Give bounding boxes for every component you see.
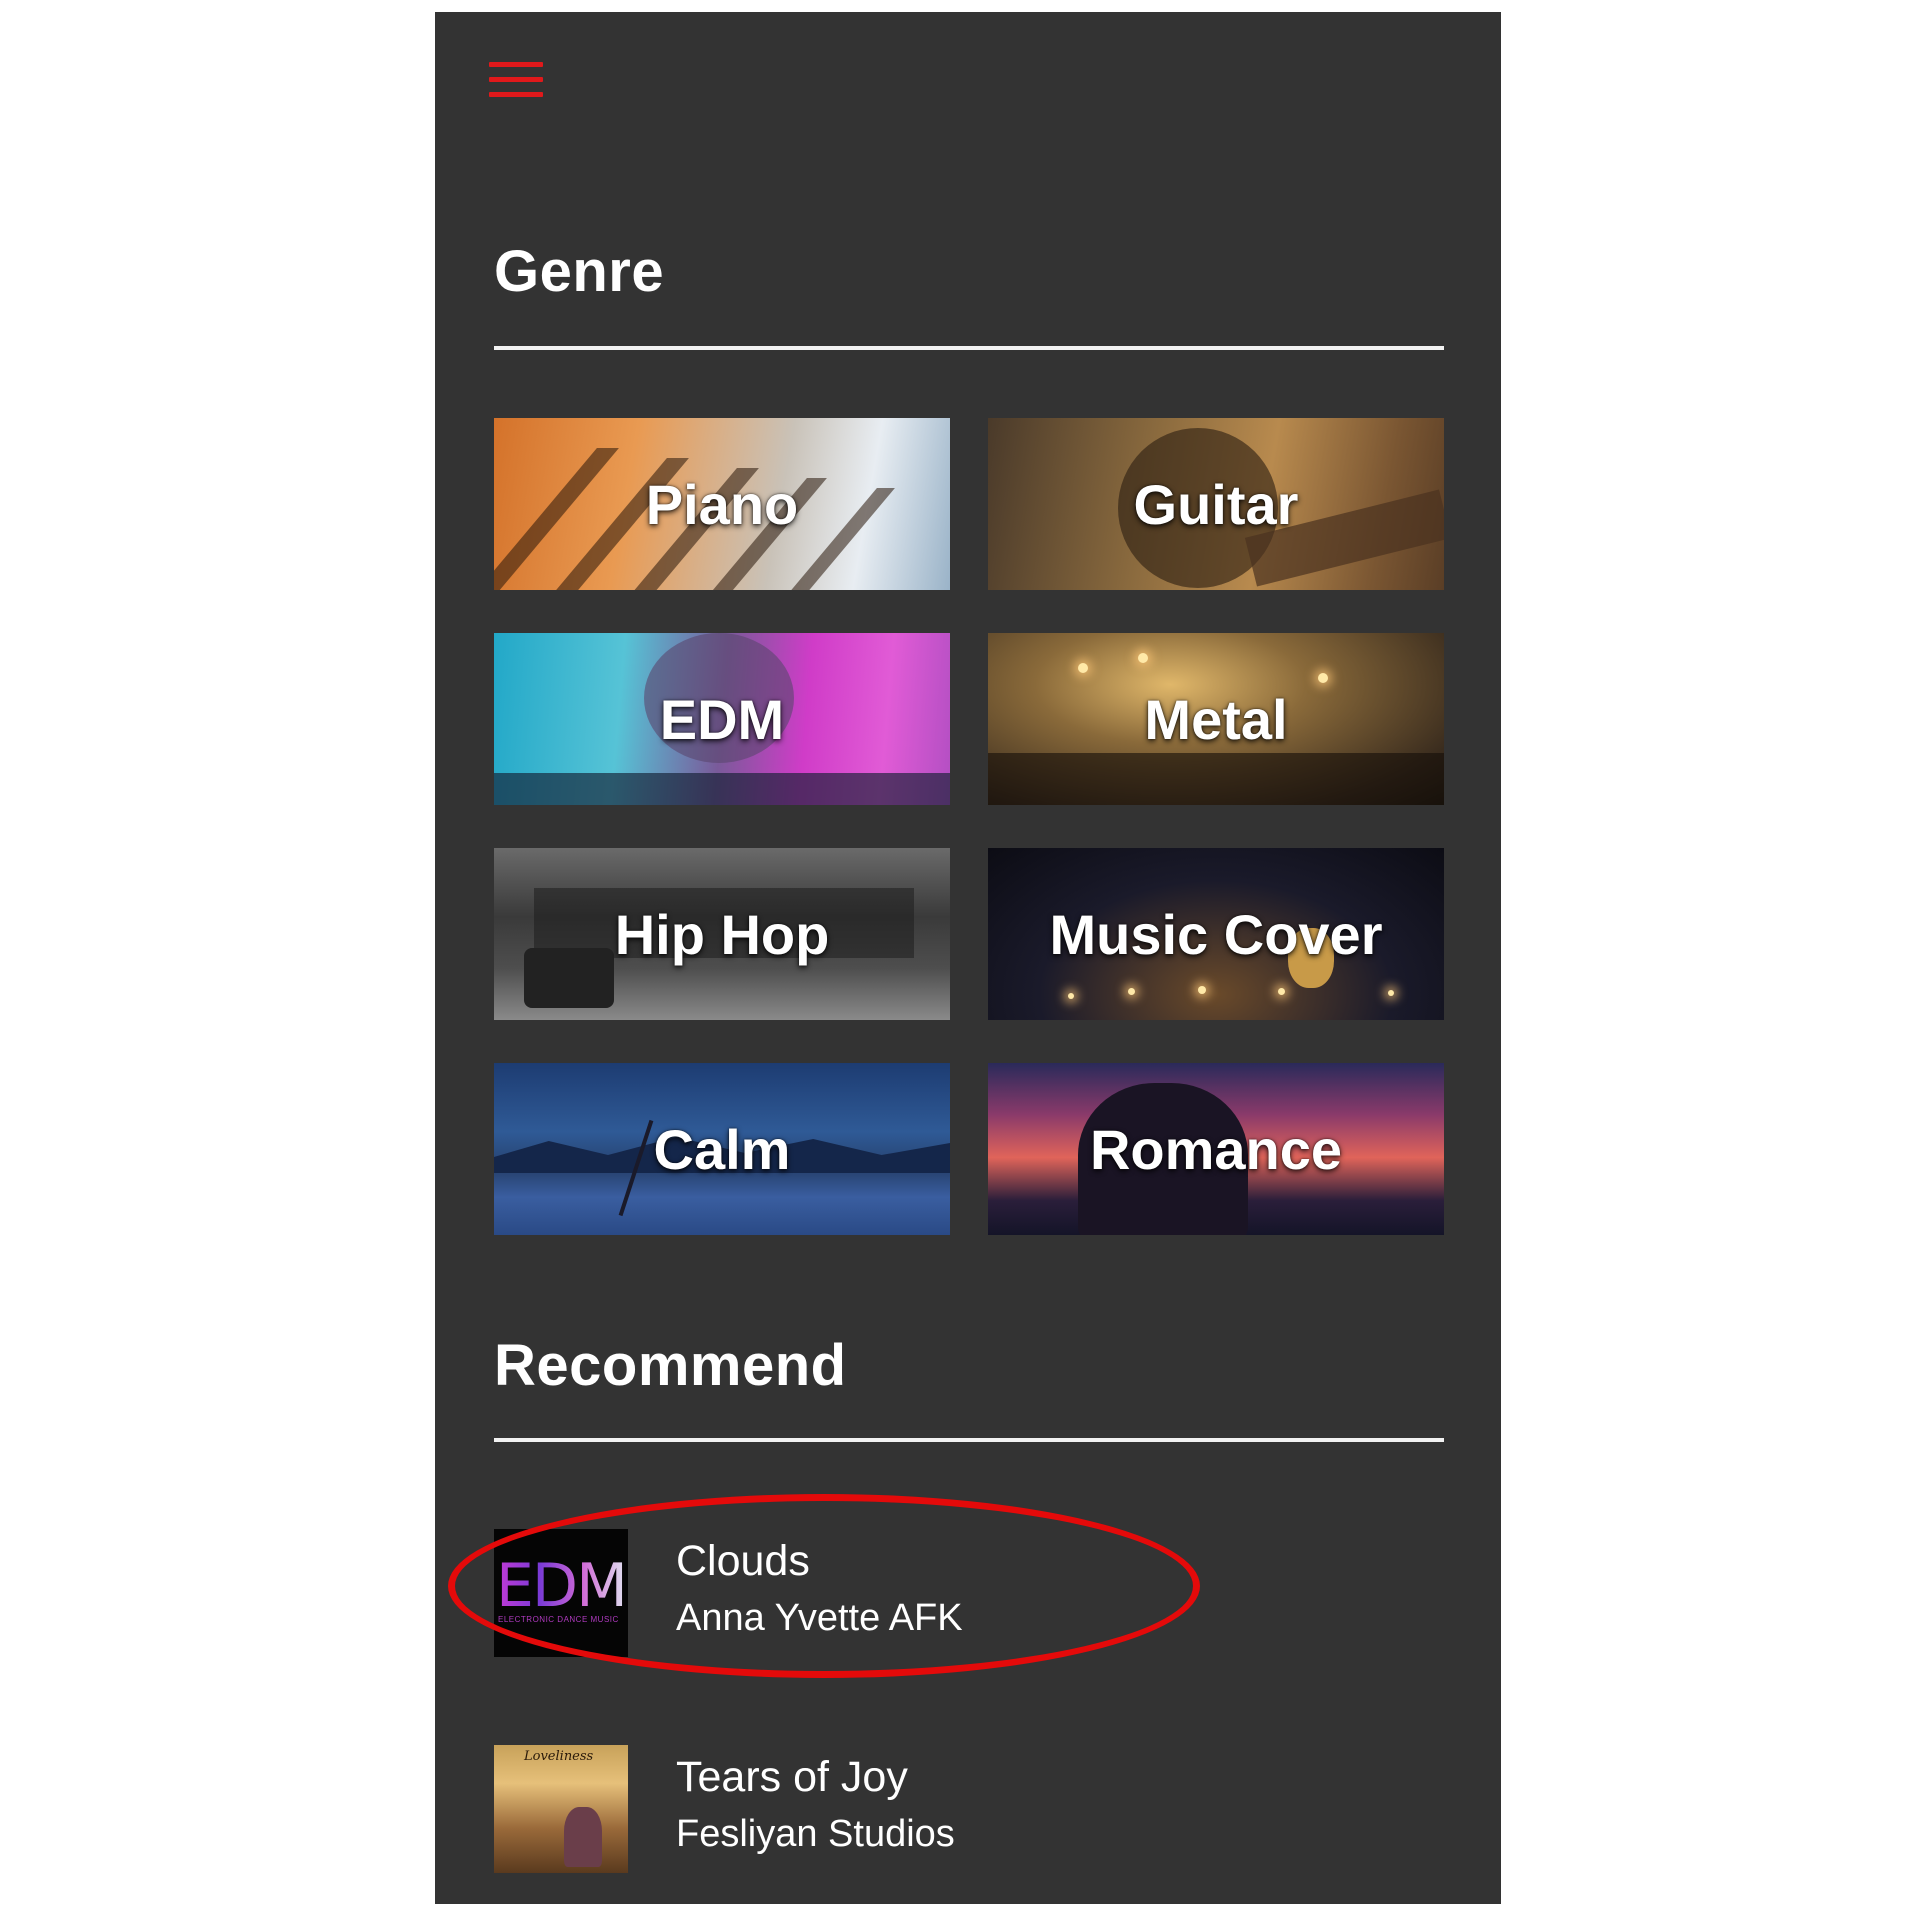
piano-keys-decoration — [494, 448, 619, 590]
app-screen: Genre Piano Guitar EDM Metal Hip Hop Mus… — [435, 12, 1501, 1904]
track-artist: Fesliyan Studios — [676, 1813, 955, 1855]
genre-tile-music-cover[interactable]: Music Cover — [988, 848, 1444, 1020]
track-item-clouds[interactable]: EDM ELECTRONIC DANCE MUSIC Clouds Anna Y… — [494, 1529, 1394, 1663]
album-cover: EDM ELECTRONIC DANCE MUSIC — [494, 1529, 628, 1657]
genre-tile-calm[interactable]: Calm — [494, 1063, 950, 1235]
menu-bar — [489, 77, 543, 82]
stage-floor-decoration — [988, 753, 1444, 805]
genre-tile-label: Piano — [645, 472, 799, 536]
menu-bar — [489, 62, 543, 67]
genre-tile-label: Music Cover — [1049, 902, 1383, 966]
genre-tile-label: Romance — [1089, 1117, 1343, 1181]
album-cover-text: Loveliness — [524, 1749, 594, 1764]
dj-deck-decoration — [494, 773, 950, 805]
genre-tile-edm[interactable]: EDM — [494, 633, 950, 805]
bokeh-light-decoration — [1128, 988, 1135, 995]
genre-tile-romance[interactable]: Romance — [988, 1063, 1444, 1235]
genre-tile-hip-hop[interactable]: Hip Hop — [494, 848, 950, 1020]
genre-tile-guitar[interactable]: Guitar — [988, 418, 1444, 590]
genre-tile-label: Metal — [1144, 687, 1288, 751]
album-cover-subtext: ELECTRONIC DANCE MUSIC — [498, 1615, 619, 1624]
album-cover-text: EDM — [496, 1551, 628, 1621]
bokeh-light-decoration — [1198, 986, 1206, 994]
bokeh-light-decoration — [1278, 988, 1285, 995]
recommend-divider — [494, 1438, 1444, 1442]
bokeh-light-decoration — [1068, 993, 1074, 999]
album-cover: Loveliness — [494, 1745, 628, 1873]
track-item-tears-of-joy[interactable]: Loveliness Tears of Joy Fesliyan Studios — [494, 1745, 1394, 1879]
genre-divider — [494, 346, 1444, 350]
track-artist: Anna Yvette AFK — [676, 1597, 963, 1639]
boombox-decoration — [524, 948, 614, 1008]
genre-tile-label: Guitar — [1133, 472, 1299, 536]
genre-tile-label: Hip Hop — [614, 902, 830, 966]
stage-light-decoration — [1318, 673, 1328, 683]
genre-tile-label: Calm — [653, 1117, 791, 1181]
track-title: Clouds — [676, 1537, 810, 1585]
genre-tile-piano[interactable]: Piano — [494, 418, 950, 590]
genre-tile-metal[interactable]: Metal — [988, 633, 1444, 805]
bokeh-light-decoration — [1388, 990, 1394, 996]
couple-figure-decoration — [564, 1807, 602, 1867]
menu-bar — [489, 92, 543, 97]
recommend-heading: Recommend — [494, 1333, 847, 1398]
genre-tile-label: EDM — [659, 687, 785, 751]
track-title: Tears of Joy — [676, 1753, 908, 1801]
hamburger-menu-icon[interactable] — [489, 62, 545, 104]
stage-light-decoration — [1138, 653, 1148, 663]
genre-heading: Genre — [494, 239, 665, 304]
stage-light-decoration — [1078, 663, 1088, 673]
